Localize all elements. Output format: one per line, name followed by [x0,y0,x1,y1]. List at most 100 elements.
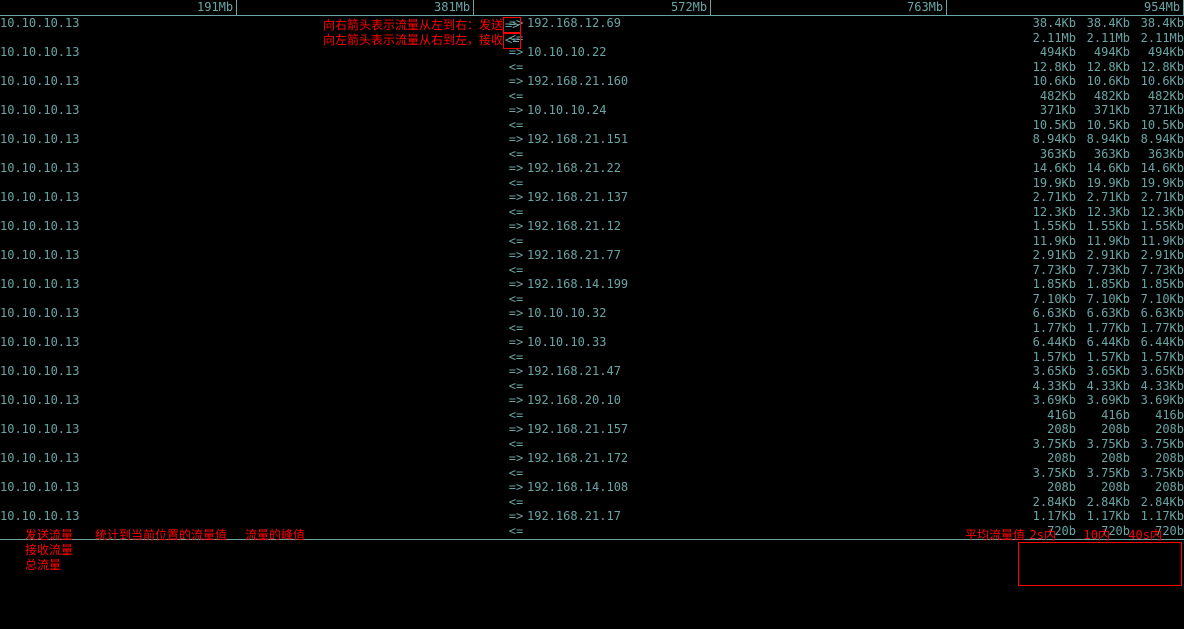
connection-rx-row: <=12.3Kb12.3Kb12.3Kb [0,205,1184,220]
connection-tx-row: 10.10.10.13=>10.10.10.22494Kb494Kb494Kb [0,45,1184,60]
arrow-send-icon: => [505,132,527,147]
tx-10s: 6.44Kb [1076,335,1130,350]
src-host: 10.10.10.13 [0,74,505,89]
rx-40s: 416b [1130,408,1184,423]
rx-10s: 2.84Kb [1076,495,1130,510]
src-host: 10.10.10.13 [0,219,505,234]
connection-tx-row: 10.10.10.13=>192.168.21.157208b208b208b [0,422,1184,437]
annotation-10s: 10内 [1084,528,1110,543]
tx-10s: 38.4Kb [1076,16,1130,31]
rx-10s: 4.33Kb [1076,379,1130,394]
src-host: 10.10.10.13 [0,277,505,292]
tx-10s: 494Kb [1076,45,1130,60]
dst-host: 192.168.21.12 [527,219,1022,234]
connection-tx-row: 10.10.10.13=>192.168.21.1372.71Kb2.71Kb2… [0,190,1184,205]
annotation-rates: 平均流量值 [965,528,1025,543]
connection-tx-row: 10.10.10.13=>10.10.10.24371Kb371Kb371Kb [0,103,1184,118]
rx-40s: 1.77Kb [1130,321,1184,336]
arrow-send-icon: => [505,480,527,495]
tx-2s: 38.4Kb [1022,16,1076,31]
arrow-recv-icon: <= [505,292,527,307]
tx-10s: 6.63Kb [1076,306,1130,321]
rx-40s: 7.10Kb [1130,292,1184,307]
tx-40s: 3.65Kb [1130,364,1184,379]
rx-10s: 1.57Kb [1076,350,1130,365]
connection-rx-row: <=11.9Kb11.9Kb11.9Kb [0,234,1184,249]
connection-rx-row: <=1.57Kb1.57Kb1.57Kb [0,350,1184,365]
arrow-send-icon: => [505,161,527,176]
rx-10s: 3.75Kb [1076,437,1130,452]
arrow-recv-icon: <= [505,234,527,249]
dst-host: 192.168.21.77 [527,248,1022,263]
src-host: 10.10.10.13 [0,335,505,350]
tx-2s: 10.6Kb [1022,74,1076,89]
rates-highlight-box [1018,542,1182,586]
rx-2s: 2.84Kb [1022,495,1076,510]
tx-40s: 208b [1130,422,1184,437]
tx-10s: 208b [1076,480,1130,495]
rx-10s: 11.9Kb [1076,234,1130,249]
arrow-send-icon: => [505,248,527,263]
tx-40s: 1.55Kb [1130,219,1184,234]
rx-10s: 2.11Mb [1076,31,1130,46]
rx-40s: 12.3Kb [1130,205,1184,220]
annotation-total: 总流量 [25,558,61,573]
rx-10s: 7.10Kb [1076,292,1130,307]
tx-40s: 6.44Kb [1130,335,1184,350]
rx-40s: 10.5Kb [1130,118,1184,133]
tx-10s: 3.69Kb [1076,393,1130,408]
tx-2s: 371Kb [1022,103,1076,118]
dst-host: 192.168.20.10 [527,393,1022,408]
connection-tx-row: 10.10.10.13=>192.168.12.6938.4Kb38.4Kb38… [0,16,1184,31]
dst-host: 192.168.21.22 [527,161,1022,176]
arrow-send-icon: => [505,364,527,379]
rx-2s: 4.33Kb [1022,379,1076,394]
connection-list: 向右箭头表示流量从左到右：发送=> 向左箭头表示流量从右到左，接收<= 10.1… [0,16,1184,538]
arrow-send-icon: => [505,190,527,205]
dst-host: 192.168.12.69 [527,16,1022,31]
src-host: 10.10.10.13 [0,422,505,437]
connection-rx-row: <=4.33Kb4.33Kb4.33Kb [0,379,1184,394]
tx-10s: 1.17Kb [1076,509,1130,524]
tx-2s: 3.69Kb [1022,393,1076,408]
rx-10s: 12.3Kb [1076,205,1130,220]
annotation-cum: 统计到当前位置的流量值 [95,528,227,543]
connection-rx-row: <=10.5Kb10.5Kb10.5Kb [0,118,1184,133]
tx-2s: 494Kb [1022,45,1076,60]
dst-host: 10.10.10.24 [527,103,1022,118]
tx-10s: 10.6Kb [1076,74,1130,89]
connection-tx-row: 10.10.10.13=>192.168.21.172208b208b208b [0,451,1184,466]
connection-tx-row: 10.10.10.13=>192.168.21.2214.6Kb14.6Kb14… [0,161,1184,176]
arrow-recv-icon: <= [505,118,527,133]
rx-40s: 7.73Kb [1130,263,1184,278]
arrow-recv-icon: <= [505,176,527,191]
tx-40s: 38.4Kb [1130,16,1184,31]
arrow-recv-icon: <= [505,350,527,365]
rx-2s: 10.5Kb [1022,118,1076,133]
tx-2s: 1.85Kb [1022,277,1076,292]
rx-40s: 3.75Kb [1130,437,1184,452]
dst-host: 10.10.10.33 [527,335,1022,350]
rx-2s: 7.10Kb [1022,292,1076,307]
rx-40s: 1.57Kb [1130,350,1184,365]
tx-2s: 3.65Kb [1022,364,1076,379]
tx-40s: 10.6Kb [1130,74,1184,89]
connection-tx-row: 10.10.10.13=>192.168.21.16010.6Kb10.6Kb1… [0,74,1184,89]
rx-10s: 363Kb [1076,147,1130,162]
src-host: 10.10.10.13 [0,364,505,379]
annotation-2s: 2s内 [1030,528,1056,543]
rx-2s: 12.8Kb [1022,60,1076,75]
arrow-recv-icon: <= [505,205,527,220]
rx-2s: 3.75Kb [1022,437,1076,452]
rx-10s: 416b [1076,408,1130,423]
annotation-tx: 发送流量 [25,528,73,543]
connection-rx-row: <=1.77Kb1.77Kb1.77Kb [0,321,1184,336]
src-host: 10.10.10.13 [0,190,505,205]
connection-tx-row: 10.10.10.13=>192.168.21.473.65Kb3.65Kb3.… [0,364,1184,379]
dst-host: 192.168.21.47 [527,364,1022,379]
arrow-send-icon: => [505,74,527,89]
arrow-recv-icon: <= [505,60,527,75]
connection-rx-row: <=2.11Mb2.11Mb2.11Mb [0,31,1184,46]
scale-tick-label: 381Mb [434,0,470,14]
connection-rx-row: <=3.75Kb3.75Kb3.75Kb [0,437,1184,452]
